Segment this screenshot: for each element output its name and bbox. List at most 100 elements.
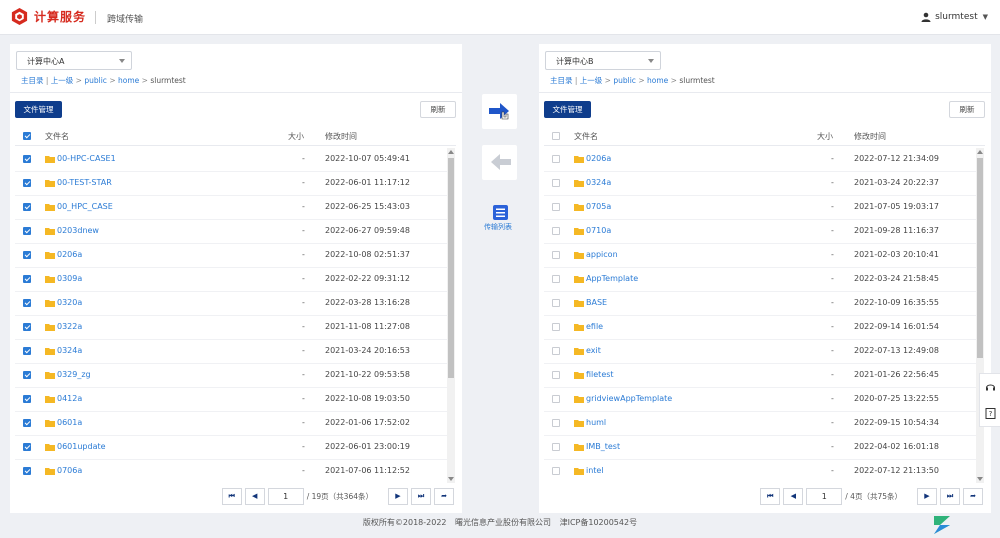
scroll-down-icon[interactable] bbox=[977, 477, 983, 481]
row-checkbox[interactable] bbox=[552, 155, 560, 163]
transfer-right-button[interactable] bbox=[482, 94, 517, 129]
row-checkbox[interactable] bbox=[552, 323, 560, 331]
file-name-link[interactable]: 0322a bbox=[57, 322, 82, 331]
table-row[interactable]: 00-TEST-STAR - 2022-06-01 11:17:12 bbox=[15, 172, 447, 196]
breadcrumb-up[interactable]: 上一级 bbox=[580, 76, 603, 85]
file-name-link[interactable]: appicon bbox=[586, 250, 618, 259]
file-name-link[interactable]: intel bbox=[586, 466, 604, 475]
table-row[interactable]: 0206a - 2022-10-08 02:51:37 bbox=[15, 244, 447, 268]
table-row[interactable]: 0329_zg - 2021-10-22 09:53:58 bbox=[15, 364, 447, 388]
table-row[interactable]: 0324a - 2021-03-24 20:16:53 bbox=[15, 340, 447, 364]
table-row[interactable]: 0320a - 2022-03-28 13:16:28 bbox=[15, 292, 447, 316]
file-name-link[interactable]: 0203dnew bbox=[57, 226, 99, 235]
select-all-checkbox[interactable] bbox=[23, 132, 31, 140]
scrollbar-thumb[interactable] bbox=[448, 158, 454, 378]
row-checkbox[interactable] bbox=[23, 347, 31, 355]
breadcrumb-root[interactable]: 主目录 bbox=[21, 76, 44, 85]
row-checkbox[interactable] bbox=[23, 179, 31, 187]
row-checkbox[interactable] bbox=[23, 299, 31, 307]
first-page-button[interactable]: ⏮ bbox=[760, 488, 781, 505]
file-name-link[interactable]: 0324a bbox=[57, 346, 82, 355]
select-all-checkbox[interactable] bbox=[552, 132, 560, 140]
file-manage-button[interactable]: 文件管理 bbox=[544, 101, 591, 118]
user-menu[interactable]: slurmtest ▼ bbox=[921, 12, 988, 22]
table-row[interactable]: 0324a - 2021-03-24 20:22:37 bbox=[544, 172, 976, 196]
table-row[interactable]: huml - 2022-09-15 10:54:34 bbox=[544, 412, 976, 436]
table-row[interactable]: 0706a - 2021-07-06 11:12:52 bbox=[15, 460, 447, 478]
column-name[interactable]: 文件名 bbox=[574, 131, 598, 142]
file-name-link[interactable]: IMB_test bbox=[586, 442, 620, 451]
file-name-link[interactable]: gridviewAppTemplate bbox=[586, 394, 672, 403]
file-name-link[interactable]: 00-HPC-CASE1 bbox=[57, 154, 116, 163]
row-checkbox[interactable] bbox=[552, 371, 560, 379]
breadcrumb-public[interactable]: public bbox=[84, 76, 107, 85]
column-size[interactable]: 大小 bbox=[288, 131, 304, 142]
file-name-link[interactable]: 0412a bbox=[57, 394, 82, 403]
table-row[interactable]: 0309a - 2022-02-22 09:31:12 bbox=[15, 268, 447, 292]
table-row[interactable]: efile - 2022-09-14 16:01:54 bbox=[544, 316, 976, 340]
scroll-up-icon[interactable] bbox=[448, 150, 454, 154]
prev-page-button[interactable]: ◀ bbox=[244, 488, 265, 505]
file-name-link[interactable]: filetest bbox=[586, 370, 614, 379]
help-icon[interactable]: ? bbox=[985, 408, 996, 419]
file-name-link[interactable]: 0329_zg bbox=[57, 370, 91, 379]
file-name-link[interactable]: 00_HPC_CASE bbox=[57, 202, 113, 211]
headset-icon[interactable] bbox=[985, 382, 996, 393]
file-name-link[interactable]: 00-TEST-STAR bbox=[57, 178, 112, 187]
file-name-link[interactable]: 0206a bbox=[57, 250, 82, 259]
row-checkbox[interactable] bbox=[23, 443, 31, 451]
row-checkbox[interactable] bbox=[23, 155, 31, 163]
table-row[interactable]: 00_HPC_CASE - 2022-06-25 15:43:03 bbox=[15, 196, 447, 220]
row-checkbox[interactable] bbox=[552, 419, 560, 427]
row-checkbox[interactable] bbox=[23, 371, 31, 379]
file-name-link[interactable]: huml bbox=[586, 418, 606, 427]
table-row[interactable]: 0710a - 2021-09-28 11:16:37 bbox=[544, 220, 976, 244]
table-row[interactable]: BASE - 2022-10-09 16:35:55 bbox=[544, 292, 976, 316]
goto-page-button[interactable]: ➦ bbox=[963, 488, 983, 505]
page-input[interactable]: 1 bbox=[806, 488, 843, 505]
row-checkbox[interactable] bbox=[552, 203, 560, 211]
table-row[interactable]: 0322a - 2021-11-08 11:27:08 bbox=[15, 316, 447, 340]
table-row[interactable]: 00-HPC-CASE1 - 2022-10-07 05:49:41 bbox=[15, 148, 447, 172]
transfer-list-icon[interactable] bbox=[493, 205, 508, 220]
table-row[interactable]: filetest - 2021-01-26 22:56:45 bbox=[544, 364, 976, 388]
file-name-link[interactable]: 0206a bbox=[586, 154, 611, 163]
next-page-button[interactable]: ▶ bbox=[917, 488, 937, 505]
refresh-button[interactable]: 刷新 bbox=[420, 101, 456, 118]
column-size[interactable]: 大小 bbox=[817, 131, 833, 142]
center-select[interactable]: 计算中心A bbox=[16, 51, 132, 70]
row-checkbox[interactable] bbox=[23, 203, 31, 211]
file-name-link[interactable]: 0601a bbox=[57, 418, 82, 427]
table-row[interactable]: 0601update - 2022-06-01 23:00:19 bbox=[15, 436, 447, 460]
row-checkbox[interactable] bbox=[23, 419, 31, 427]
file-name-link[interactable]: efile bbox=[586, 322, 603, 331]
table-row[interactable]: 0203dnew - 2022-06-27 09:59:48 bbox=[15, 220, 447, 244]
column-time[interactable]: 修改时间 bbox=[325, 131, 357, 142]
file-name-link[interactable]: 0706a bbox=[57, 466, 82, 475]
transfer-left-button[interactable] bbox=[482, 145, 517, 180]
scrollbar[interactable] bbox=[976, 148, 984, 483]
file-name-link[interactable]: BASE bbox=[586, 298, 607, 307]
row-checkbox[interactable] bbox=[552, 251, 560, 259]
table-row[interactable]: IMB_test - 2022-04-02 16:01:18 bbox=[544, 436, 976, 460]
row-checkbox[interactable] bbox=[23, 227, 31, 235]
brand-logo[interactable]: 计算服务 bbox=[10, 7, 86, 26]
row-checkbox[interactable] bbox=[552, 467, 560, 475]
row-checkbox[interactable] bbox=[552, 275, 560, 283]
file-name-link[interactable]: 0320a bbox=[57, 298, 82, 307]
table-row[interactable]: 0601a - 2022-01-06 17:52:02 bbox=[15, 412, 447, 436]
table-row[interactable]: 0206a - 2022-07-12 21:34:09 bbox=[544, 148, 976, 172]
table-row[interactable]: 0705a - 2021-07-05 19:03:17 bbox=[544, 196, 976, 220]
next-page-button[interactable]: ▶ bbox=[388, 488, 408, 505]
transfer-list-label[interactable]: 传输列表 bbox=[484, 222, 512, 232]
file-manage-button[interactable]: 文件管理 bbox=[15, 101, 62, 118]
scrollbar[interactable] bbox=[447, 148, 455, 483]
row-checkbox[interactable] bbox=[23, 323, 31, 331]
file-name-link[interactable]: exit bbox=[586, 346, 601, 355]
refresh-button[interactable]: 刷新 bbox=[949, 101, 985, 118]
file-name-link[interactable]: AppTemplate bbox=[586, 274, 638, 283]
file-name-link[interactable]: 0601update bbox=[57, 442, 106, 451]
page-input[interactable]: 1 bbox=[267, 488, 304, 505]
breadcrumb-up[interactable]: 上一级 bbox=[51, 76, 74, 85]
first-page-button[interactable]: ⏮ bbox=[221, 488, 242, 505]
